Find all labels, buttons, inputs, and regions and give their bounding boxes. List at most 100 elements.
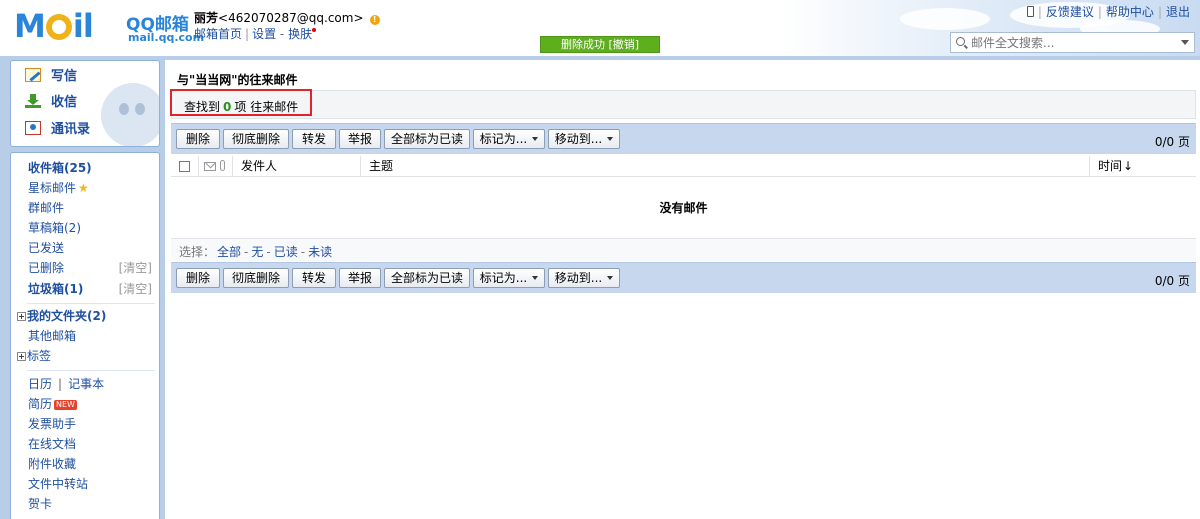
notes-link[interactable]: 记事本 [68,377,104,391]
clear-spam-link[interactable]: [清空] [119,279,152,299]
main-content: 与"当当网"的往来邮件 查找到 0 项 往来邮件 删除 彻底删除 转发 举报 全部标… [165,60,1200,519]
qq-mail-logo[interactable]: Mil QQ邮箱 mail.qq.com [14,7,204,48]
expand-icon[interactable] [17,312,26,321]
column-subject[interactable]: 主题 [360,156,1089,177]
move-to-dropdown[interactable]: 移动到... [548,129,620,149]
logo-url: mail.qq.com [128,31,205,44]
empty-message: 没有邮件 [659,201,708,215]
select-unread-link[interactable]: 未读 [308,245,332,259]
column-sender[interactable]: 发件人 [232,156,360,177]
penguin-decoration [101,83,159,146]
skin-link[interactable]: 换肤 [288,27,312,41]
receive-icon [25,94,41,108]
mail-toolbar-top: 删除 彻底删除 转发 举报 全部标为已读 标记为... 移动到... 0/0 页 [171,123,1196,154]
pager: 0/0 页 [1154,274,1190,288]
user-email: <462070287@qq.com> [218,11,364,25]
divider [27,370,155,371]
folder-sent[interactable]: 已发送 [28,238,156,258]
chevron-down-icon [607,137,614,141]
tool-resume[interactable]: 简历 NEW [28,394,156,414]
chevron-down-icon [532,137,539,141]
attachment-icon [220,160,225,171]
mark-all-read-button[interactable]: 全部标为已读 [384,268,470,288]
select-links: 全部 - 无 - 已读 - 未读 [217,245,333,259]
tool-greeting-card[interactable]: 贺卡 [28,494,156,514]
contacts-icon [25,121,41,135]
select-none-link[interactable]: 无 [251,245,263,259]
column-time[interactable]: 时间↓ [1089,156,1196,177]
expand-icon[interactable] [17,352,26,361]
folder-spam[interactable]: 垃圾箱(1) [清空] [28,279,156,299]
forward-button[interactable]: 转发 [292,268,336,288]
tool-attachments[interactable]: 附件收藏 [28,454,156,474]
delete-button[interactable]: 删除 [176,129,220,149]
star-icon: ★ [78,181,89,195]
folder-drafts[interactable]: 草稿箱(2) [28,218,156,238]
user-links: 邮箱首页 | 设置 - 换肤 [194,25,317,42]
red-dot-icon [312,28,317,32]
feedback-link[interactable]: 反馈建议 [1046,5,1094,19]
help-link[interactable]: 帮助中心 [1106,5,1154,19]
folder-inbox[interactable]: 收件箱(25) [28,158,156,178]
new-badge: NEW [54,400,77,410]
report-button[interactable]: 举报 [339,129,381,149]
mail-home-link[interactable]: 邮箱首页 [194,27,242,41]
folder-tags[interactable]: 标签 [17,346,145,366]
clear-deleted-link[interactable]: [清空] [119,258,152,278]
user-info: 丽芳<462070287@qq.com>! [194,9,380,26]
user-name: 丽芳 [194,11,219,25]
envelope-icon [204,162,216,171]
contacts-button[interactable]: 通讯录 [25,119,90,141]
warning-icon[interactable]: ! [369,15,380,25]
perm-delete-button[interactable]: 彻底删除 [223,268,289,288]
folder-deleted[interactable]: 已删除 [清空] [28,258,156,278]
icons-column [198,156,232,177]
select-all-checkbox[interactable] [179,161,190,172]
search-input[interactable] [971,34,1171,51]
mark-as-dropdown[interactable]: 标记为... [473,268,545,288]
header: Mil QQ邮箱 mail.qq.com 丽芳<462070287@qq.com… [0,0,1200,58]
select-all-link[interactable]: 全部 [217,245,241,259]
chevron-down-icon [607,276,614,280]
folder-other-mail[interactable]: 其他邮箱 [28,326,156,346]
quick-actions-panel: 写信 收信 通讯录 [10,60,160,147]
logo-mail-text: Mil [14,7,94,45]
perm-delete-button[interactable]: 彻底删除 [223,129,289,149]
search-box[interactable] [950,32,1195,53]
sort-down-icon: ↓ [1123,159,1134,173]
write-icon [25,68,41,82]
delete-success-toast[interactable]: 删除成功 [撤销] [540,36,660,53]
select-read-link[interactable]: 已读 [274,245,298,259]
folder-my-folders[interactable]: 我的文件夹(2) [17,306,145,326]
delete-button[interactable]: 删除 [176,268,220,288]
chevron-down-icon[interactable] [1181,40,1189,45]
phone-icon[interactable] [1026,6,1034,17]
tool-invoice[interactable]: 发票助手 [28,414,156,434]
pager: 0/0 页 [1154,135,1190,149]
select-label: 选择： [179,245,216,259]
chevron-down-icon [532,276,539,280]
receive-button[interactable]: 收信 [25,92,77,114]
write-button[interactable]: 写信 [25,66,77,88]
divider [27,303,155,304]
search-result-bar: 查找到 0 项 往来邮件 [171,90,1196,119]
tool-online-docs[interactable]: 在线文档 [28,434,156,454]
tools-calendar-notes: 日历 | 记事本 [28,377,105,391]
highlight-box [170,89,312,116]
logout-link[interactable]: 退出 [1166,5,1190,19]
search-icon [956,37,965,46]
mark-as-dropdown[interactable]: 标记为... [473,129,545,149]
folder-group[interactable]: 群邮件 [28,198,156,218]
top-links: | 反馈建议 | 帮助中心 | 退出 [1026,3,1190,20]
settings-link[interactable]: 设置 [252,27,276,41]
move-to-dropdown[interactable]: 移动到... [548,268,620,288]
mail-toolbar-bottom: 删除 彻底删除 转发 举报 全部标为已读 标记为... 移动到... 0/0 页 [171,262,1196,293]
page-title: 与"当当网"的往来邮件 [177,73,298,87]
folder-starred[interactable]: 星标邮件 ★ [28,178,156,198]
report-button[interactable]: 举报 [339,268,381,288]
tool-file-transfer[interactable]: 文件中转站 [28,474,156,494]
calendar-link[interactable]: 日历 [28,377,52,391]
folder-panel: 收件箱(25) 星标邮件 ★ 群邮件 草稿箱(2) 已发送 已删除 [清空] 垃圾箱… [10,152,160,519]
forward-button[interactable]: 转发 [292,129,336,149]
mark-all-read-button[interactable]: 全部标为已读 [384,129,470,149]
